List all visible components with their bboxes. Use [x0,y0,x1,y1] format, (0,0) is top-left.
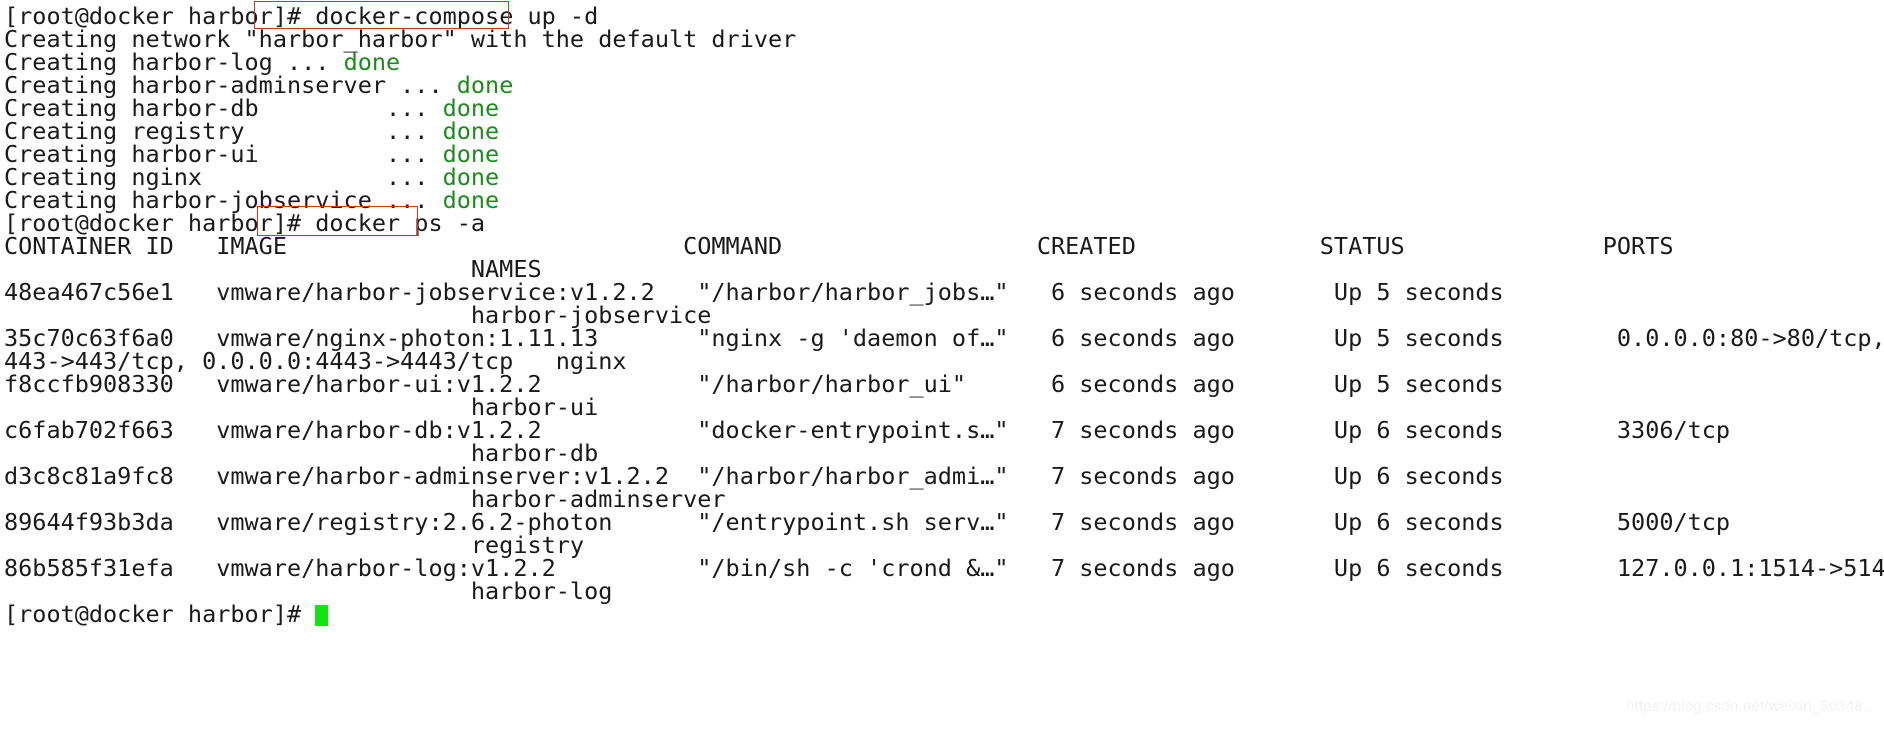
terminal-window[interactable]: [root@docker harbor]# docker-compose up … [0,0,1884,743]
watermark-text: https://blog.csdn.net/weixin_50348... [1625,698,1876,715]
shell-prompt: [root@docker harbor]# [4,600,316,628]
text-cursor [315,605,329,626]
final-prompt-line: [root@docker harbor]# [4,600,329,629]
